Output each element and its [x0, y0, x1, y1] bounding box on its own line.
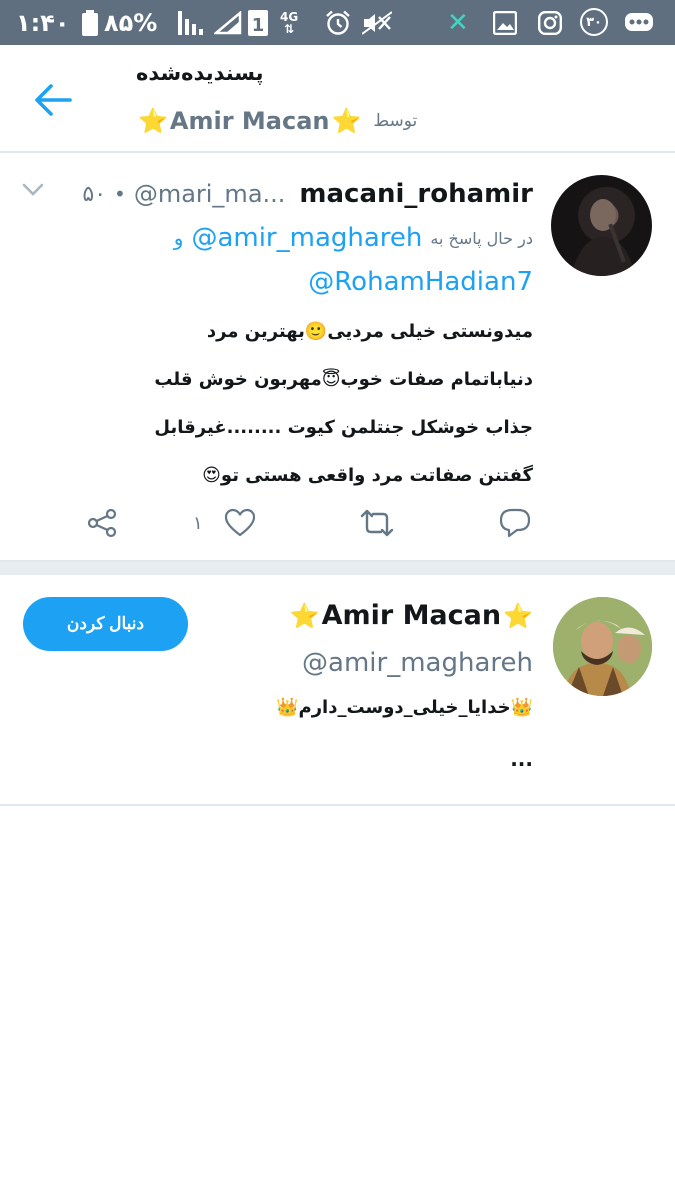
reply-mention-link[interactable]: @RohamHadian7 [308, 267, 533, 297]
tweet-actions: ۱ [0, 503, 675, 543]
signal-icon [178, 0, 206, 45]
tweet-text-line: میدونستی خیلی مردیی🙂بهترین مرد [206, 321, 533, 342]
svg-text:1: 1 [252, 15, 265, 36]
tweet-text-line: دنیاباتمام صفات خوب😇مهربون خوش قلب [154, 369, 533, 390]
reply-icon [499, 508, 531, 538]
replying-to: در حال پاسخ به @amir_maghareh و [174, 223, 533, 253]
sim-icon: 1 [248, 0, 268, 45]
reply-and: و [173, 226, 184, 250]
like-button[interactable] [224, 503, 256, 543]
reply-mention-link[interactable]: @amir_maghareh [191, 223, 422, 253]
status-time: ۱:۴۰ [16, 8, 70, 37]
tweet[interactable]: ۵۰ • @mari_ma... macani_rohamir در حال پ… [0, 153, 675, 562]
follow-button[interactable]: دنبال کردن [23, 597, 188, 651]
retweet-icon [360, 509, 394, 537]
instagram-icon [538, 0, 562, 45]
network-label: 4G [280, 9, 299, 24]
star-icon: ⭐ [331, 107, 362, 135]
tweet-text-line: گفتنن صفاتت مرد واقعی هستی تو😍 [202, 465, 533, 486]
user-bio: 👑خدایا_خیلی_دوست_دارم👑 [276, 697, 533, 718]
notification-count-badge: ۳۰ [580, 8, 608, 36]
user-bio-more: ... [510, 747, 533, 771]
avatar-photo [553, 597, 652, 696]
header-subtitle: ⭐ Amir Macan ⭐ توسط [138, 107, 417, 135]
avatar[interactable] [551, 175, 652, 276]
tweet-menu-button[interactable] [20, 179, 46, 201]
signal-strength-icon [214, 0, 242, 45]
arrow-left-icon [35, 84, 72, 116]
star-icon: ⭐ [503, 601, 533, 630]
chat-icon [624, 0, 654, 45]
status-bar: ۱:۴۰ ۸۵% 1 4G ⇅ ✕ ۳۰ [0, 0, 675, 45]
retweet-button[interactable] [359, 503, 395, 543]
section-divider [0, 562, 675, 575]
reply-button[interactable] [498, 503, 532, 543]
tweet-time: ۵۰ [82, 181, 107, 207]
tweet-text-line: جذاب خوشکل جنتلمن کیوت ........غیرقابل [154, 417, 533, 438]
page-title: پسندیده‌شده [136, 61, 264, 85]
user-name[interactable]: ⭐ Amir Macan ⭐ [290, 600, 533, 631]
network-type: 4G ⇅ [280, 0, 298, 45]
separator-dot: • [114, 182, 126, 206]
reply-line-2: @RohamHadian7 [308, 267, 533, 297]
share-icon [87, 508, 117, 538]
header-owner-name: Amir Macan [169, 107, 330, 135]
header: پسندیده‌شده ⭐ Amir Macan ⭐ توسط [0, 45, 675, 153]
user-display-name: Amir Macan [321, 600, 502, 631]
battery-icon [82, 0, 98, 45]
data-arrows-icon: ⇅ [284, 21, 295, 36]
header-by-label: توسط [373, 111, 418, 131]
share-button[interactable] [86, 503, 118, 543]
tweet-text: میدونستی خیلی مردیی🙂بهترین مرد دنیاباتما… [63, 308, 533, 500]
app-x-icon: ✕ [447, 7, 469, 38]
vibrate-off-icon [362, 0, 392, 45]
chevron-down-icon [22, 183, 44, 196]
replying-label: در حال پاسخ به [430, 228, 533, 248]
alarm-icon [325, 0, 351, 45]
user-handle: @amir_maghareh [302, 648, 533, 678]
star-icon: ⭐ [138, 107, 168, 135]
battery-percent: ۸۵% [104, 8, 158, 37]
tweet-handle[interactable]: @mari_ma... [134, 180, 286, 208]
avatar[interactable] [553, 597, 652, 696]
like-count: ۱ [193, 512, 203, 534]
avatar-photo [571, 199, 635, 276]
heart-icon [224, 508, 256, 537]
back-button[interactable] [33, 83, 73, 117]
star-icon: ⭐ [289, 601, 320, 630]
tweet-header: ۵۰ • @mari_ma... macani_rohamir [82, 175, 533, 213]
gallery-icon [493, 0, 517, 45]
tweet-author-name[interactable]: macani_rohamir [299, 179, 533, 209]
